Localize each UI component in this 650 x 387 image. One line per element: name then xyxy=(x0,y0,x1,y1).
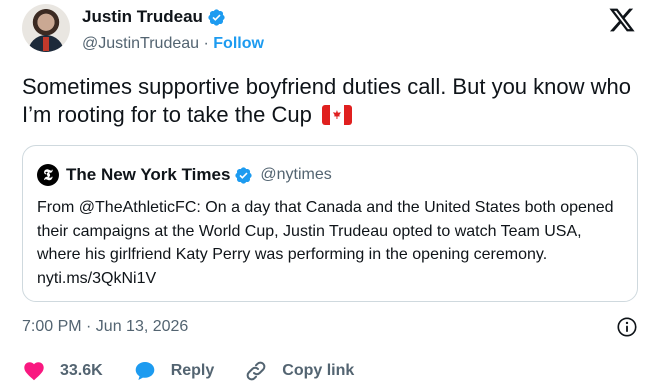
timestamp[interactable]: 7:00 PM · Jun 13, 2026 xyxy=(22,318,188,336)
verified-badge-icon xyxy=(208,8,225,26)
nyt-logo-icon: 𝕿 xyxy=(37,164,59,186)
link-icon xyxy=(246,361,266,381)
action-bar: 33.6K Reply Copy link xyxy=(22,358,384,384)
tweet-text: Sometimes supportive boyfriend duties ca… xyxy=(22,73,637,129)
like-count: 33.6K xyxy=(60,362,103,379)
avatar-tie xyxy=(43,37,49,51)
author-name-row: Justin Trudeau xyxy=(82,7,226,27)
tweet-meta: 7:00 PM · Jun 13, 2026 xyxy=(22,316,638,338)
author-name[interactable]: Justin Trudeau xyxy=(82,7,203,27)
reply-button[interactable]: Reply xyxy=(133,359,215,383)
verified-badge-icon xyxy=(235,166,253,184)
canada-flag-icon xyxy=(321,105,352,125)
info-icon[interactable] xyxy=(616,316,638,338)
follow-button[interactable]: Follow xyxy=(213,35,264,52)
reply-label: Reply xyxy=(170,362,215,379)
tweet-header: Justin Trudeau @JustinTrudeau · Follow xyxy=(22,4,640,62)
quoted-tweet-text: From @TheAthleticFC: On a day that Canad… xyxy=(37,199,614,287)
author-handle-row: @JustinTrudeau · Follow xyxy=(82,35,264,53)
quoted-author-name: The New York Times xyxy=(66,165,231,184)
like-button[interactable]: 33.6K xyxy=(22,359,103,383)
reply-bubble-icon xyxy=(135,362,155,380)
copy-link-button[interactable]: Copy link xyxy=(244,359,354,383)
copy-link-label: Copy link xyxy=(282,362,355,379)
handle-separator: · xyxy=(199,35,214,52)
quoted-tweet-header: 𝕿 The New York Times @nytimes xyxy=(37,164,332,186)
quoted-tweet[interactable]: 𝕿 The New York Times @nytimes From @TheA… xyxy=(22,145,638,302)
author-handle[interactable]: @JustinTrudeau xyxy=(82,35,199,52)
quoted-author-handle: @nytimes xyxy=(260,166,332,183)
heart-icon xyxy=(24,362,44,381)
avatar[interactable] xyxy=(22,4,70,52)
x-logo-icon[interactable] xyxy=(608,6,636,34)
